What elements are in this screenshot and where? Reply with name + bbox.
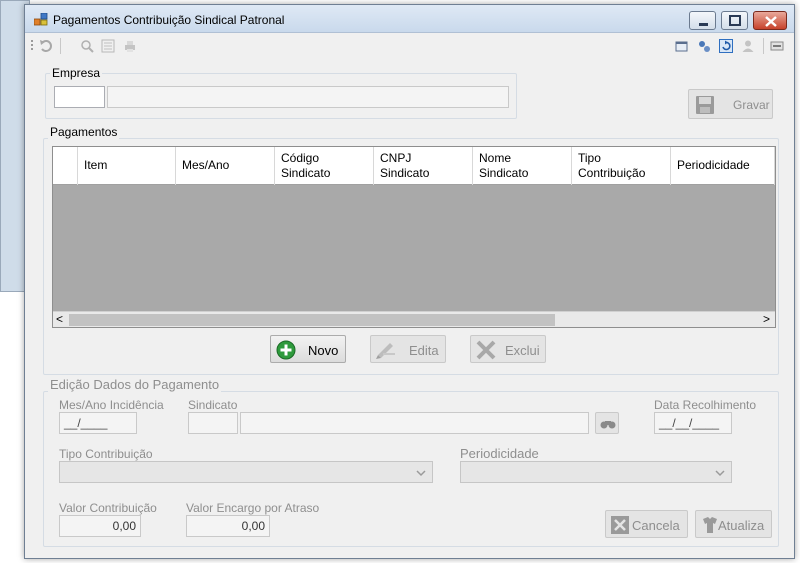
- pagamentos-label: Pagamentos: [48, 125, 120, 139]
- valor-contribuicao-value: 0,00: [112, 519, 136, 533]
- minimize-icon: [699, 23, 708, 26]
- payments-grid[interactable]: Item Mes/Ano Código Sindicato CNPJ Sindica…: [52, 146, 776, 328]
- sindicato-code-field[interactable]: [188, 412, 238, 434]
- app-icon: [34, 13, 48, 26]
- toolbar-separator-right: [763, 38, 764, 54]
- periodicidade-label: Periodicidade: [460, 446, 539, 461]
- data-recolhimento-label: Data Recolhimento: [654, 398, 757, 412]
- update-icon: [703, 517, 717, 533]
- scroll-thumb[interactable]: [69, 314, 555, 326]
- cancel-button-label: Cancela: [632, 518, 680, 533]
- valor-contribuicao-label: Valor Contribuição: [59, 501, 157, 515]
- floppy-disk-icon: [696, 96, 714, 114]
- title-bar[interactable]: Pagamentos Contribuição Sindical Patrona…: [25, 5, 794, 33]
- data-recolhimento-value: __/__/____: [659, 416, 720, 430]
- add-icon: [276, 340, 296, 360]
- scroll-right-arrow[interactable]: >: [763, 312, 770, 326]
- save-button-label: Gravar: [733, 98, 770, 112]
- user-icon[interactable]: [741, 39, 755, 53]
- mes-ano-field[interactable]: __/____: [59, 412, 137, 434]
- edit-button-label: Edita: [409, 343, 439, 358]
- chevron-down-icon: [416, 470, 426, 477]
- find-icon[interactable]: [80, 39, 94, 53]
- valor-encargo-field[interactable]: 0,00: [186, 515, 270, 537]
- mes-ano-value: __/____: [64, 416, 108, 430]
- sindicato-label: Sindicato: [188, 398, 238, 412]
- edit-button[interactable]: Edita: [370, 335, 446, 363]
- scroll-left-arrow[interactable]: <: [56, 312, 63, 326]
- save-button[interactable]: Gravar: [688, 89, 773, 119]
- close-button[interactable]: [753, 11, 787, 30]
- new-button[interactable]: Novo: [270, 335, 346, 363]
- column-header[interactable]: CNPJ Sindicato: [374, 147, 473, 185]
- cancel-icon: [611, 516, 629, 534]
- column-header[interactable]: Mes/Ano: [176, 147, 275, 185]
- cancel-button[interactable]: Cancela: [605, 510, 688, 538]
- print-icon[interactable]: [123, 39, 137, 53]
- maximize-button[interactable]: [721, 11, 748, 30]
- main-window: Pagamentos Contribuição Sindical Patrona…: [24, 4, 795, 559]
- tipo-contribuicao-label: Tipo Contribuição: [59, 447, 153, 461]
- maximize-icon: [729, 15, 741, 26]
- valor-contribuicao-field[interactable]: 0,00: [59, 515, 141, 537]
- grid-header: Item Mes/Ano Código Sindicato CNPJ Sindica…: [53, 147, 775, 185]
- close-icon: [765, 16, 777, 27]
- column-header[interactable]: Nome Sindicato: [473, 147, 572, 185]
- horizontal-scrollbar[interactable]: < >: [53, 311, 775, 327]
- data-recolhimento-field[interactable]: __/__/____: [654, 412, 732, 434]
- settings-icon[interactable]: [697, 39, 711, 53]
- new-button-label: Novo: [308, 343, 339, 358]
- empresa-name-field[interactable]: [107, 86, 509, 108]
- sindicato-name-field[interactable]: [240, 412, 589, 434]
- empresa-code-field[interactable]: [54, 86, 105, 108]
- exit-icon[interactable]: [770, 39, 784, 53]
- toolbar-separator: [60, 38, 61, 54]
- row-header-column: [53, 147, 78, 185]
- empresa-label: Empresa: [50, 66, 103, 80]
- chevron-down-icon: [715, 470, 725, 477]
- update-button-label: Atualiza: [718, 518, 765, 533]
- column-header[interactable]: Periodicidade: [671, 147, 775, 185]
- window-title: Pagamentos Contribuição Sindical Patrona…: [53, 13, 285, 27]
- filter-icon[interactable]: [101, 39, 115, 53]
- periodicidade-select[interactable]: [460, 461, 732, 483]
- toolbar: [25, 34, 794, 58]
- window-list-icon[interactable]: [675, 39, 689, 53]
- toolbar-grip-icon: [31, 40, 33, 50]
- minimize-button[interactable]: [689, 11, 716, 30]
- valor-encargo-value: 0,00: [241, 519, 265, 533]
- mes-ano-label: Mes/Ano Incidência: [59, 398, 164, 412]
- column-header[interactable]: Código Sindicato: [275, 147, 374, 185]
- valor-encargo-label: Valor Encargo por Atraso: [186, 501, 320, 515]
- binoculars-icon: [600, 421, 616, 429]
- delete-button-label: Exclui: [505, 343, 540, 358]
- column-header[interactable]: Item: [78, 147, 176, 185]
- grid-body: [53, 185, 775, 311]
- delete-button[interactable]: Exclui: [470, 335, 546, 363]
- delete-icon: [476, 340, 496, 360]
- sindicato-search-button[interactable]: [595, 412, 619, 434]
- tipo-contribuicao-select[interactable]: [59, 461, 433, 483]
- edicao-label: Edição Dados do Pagamento: [48, 377, 222, 392]
- undo-icon[interactable]: [39, 39, 53, 53]
- column-header[interactable]: Tipo Contribuição: [572, 147, 671, 185]
- refresh-icon[interactable]: [719, 39, 733, 53]
- edit-icon: [376, 343, 395, 359]
- update-button[interactable]: Atualiza: [695, 510, 772, 538]
